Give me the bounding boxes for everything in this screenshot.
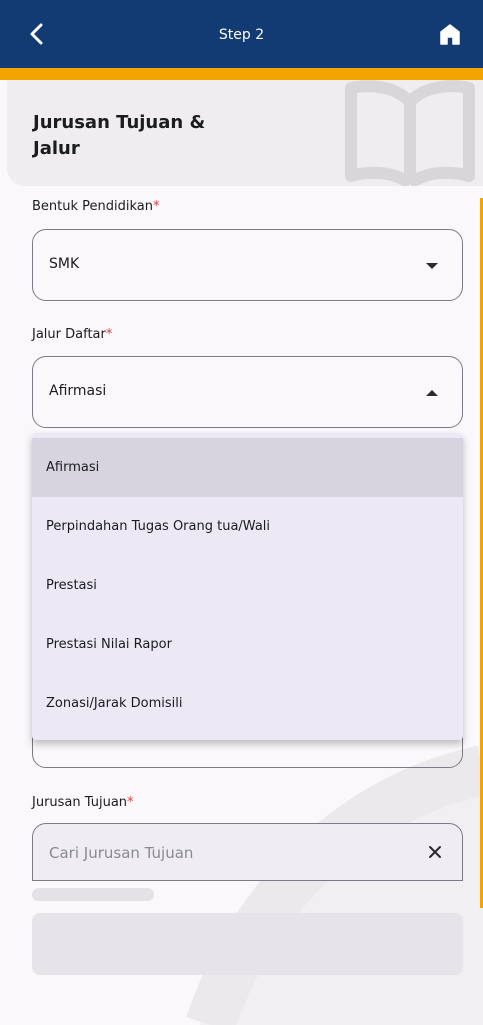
open-book-icon (345, 80, 475, 186)
caret-down-icon (426, 263, 438, 269)
loading-skeleton (32, 888, 154, 901)
caret-up-icon (426, 390, 438, 396)
label-text: Jalur Daftar (32, 327, 106, 342)
dropdown-option[interactable]: Afirmasi (32, 438, 463, 497)
label-text: Jurusan Tujuan (32, 795, 128, 810)
bentuk-pendidikan-label: Bentuk Pendidikan* (32, 199, 160, 214)
jalur-daftar-label: Jalur Daftar* (32, 327, 112, 342)
required-mark: * (127, 795, 134, 810)
loading-skeleton (32, 913, 463, 975)
dropdown-option[interactable]: Prestasi (32, 556, 463, 615)
top-app-bar: Step 2 (0, 0, 483, 68)
accent-strip (0, 68, 483, 80)
required-mark: * (105, 327, 113, 342)
jurusan-search-field (32, 823, 463, 881)
required-mark: * (153, 199, 160, 214)
select-value: SMK (49, 256, 80, 272)
jurusan-tujuan-label: Jurusan Tujuan* (32, 795, 134, 810)
label-text: Bentuk Pendidikan (32, 199, 153, 214)
section-hero: Jurusan Tujuan & Jalur (7, 80, 483, 186)
home-icon[interactable] (439, 23, 461, 45)
dropdown-option[interactable]: Prestasi Nilai Rapor (32, 615, 463, 674)
search-input[interactable] (49, 840, 389, 866)
dropdown-option[interactable]: Perpindahan Tugas Orang tua/Wali (32, 497, 463, 556)
page-title: Step 2 (218, 27, 265, 43)
jalur-daftar-select[interactable]: Afirmasi (32, 356, 463, 428)
bentuk-pendidikan-select[interactable]: SMK (32, 229, 463, 301)
select-value: Afirmasi (49, 383, 107, 399)
close-icon[interactable] (428, 845, 442, 859)
dropdown-option[interactable]: Zonasi/Jarak Domisili (32, 674, 463, 733)
section-heading: Jurusan Tujuan & Jalur (33, 112, 206, 159)
jalur-dropdown-menu: Afirmasi Perpindahan Tugas Orang tua/Wal… (32, 433, 463, 740)
